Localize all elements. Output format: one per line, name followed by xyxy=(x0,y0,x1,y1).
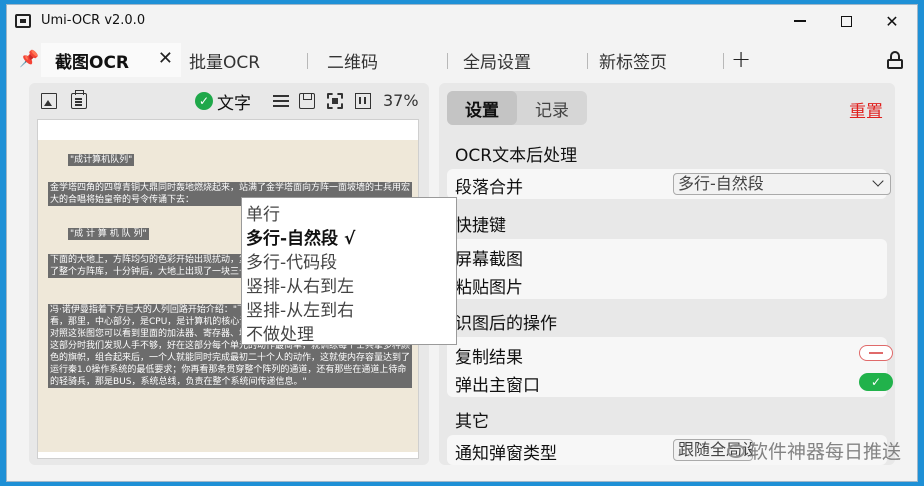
list-icon[interactable] xyxy=(273,93,289,109)
paragraph-merge-select[interactable]: 多行-自然段 xyxy=(673,173,891,195)
save-icon[interactable] xyxy=(299,93,315,109)
fit-screen-icon[interactable] xyxy=(327,93,343,109)
copy-result-label: 复制结果 xyxy=(455,348,523,368)
tab-screenshot-ocr[interactable]: 截图OCR ✕ xyxy=(41,43,181,77)
tab-label: 二维码 xyxy=(327,52,378,73)
dropdown-option-multi-code[interactable]: 多行-代码段 xyxy=(246,248,337,273)
paragraph-merge-label: 段落合并 xyxy=(455,178,523,198)
tab-label: 新标签页 xyxy=(599,52,667,73)
add-tab-button[interactable]: + xyxy=(731,45,751,73)
clipboard-icon[interactable] xyxy=(71,90,87,109)
paragraph-merge-row: 段落合并 多行-自然段 xyxy=(447,169,891,199)
tab-label: 全局设置 xyxy=(463,52,531,73)
app-window: Umi-OCR v2.0.0 ✕ 📌 截图OCR ✕ 批量OCR 二维码 全局设… xyxy=(6,4,918,482)
close-window-button[interactable]: ✕ xyxy=(869,5,915,37)
minimize-button[interactable] xyxy=(777,5,823,37)
copy-result-switch[interactable] xyxy=(859,345,893,361)
close-tab-icon[interactable]: ✕ xyxy=(158,48,173,69)
screenshot-shortcut-label: 屏幕截图 xyxy=(455,250,523,270)
lock-icon[interactable] xyxy=(887,51,903,69)
settings-tab-group: 设置 记录 xyxy=(447,91,587,125)
tab-batch-ocr[interactable]: 批量OCR xyxy=(189,43,260,77)
reset-button[interactable]: 重置 xyxy=(849,97,883,122)
ocr-text-box[interactable]: "成计算机队列" xyxy=(68,154,135,166)
section-ocr-post: OCR文本后处理 xyxy=(455,146,578,166)
text-toggle-label: 文字 xyxy=(217,93,251,114)
settings-panel: 设置 记录 重置 OCR文本后处理 段落合并 多行-自然段 快捷键 屏幕截图 粘… xyxy=(439,83,895,465)
tab-bar: 📌 截图OCR ✕ 批量OCR 二维码 全局设置 新标签页 + xyxy=(7,43,917,77)
zoom-level: 37% xyxy=(383,91,419,110)
section-shortcuts: 快捷键 xyxy=(455,216,506,236)
dropdown-option-vertical-rtl[interactable]: 竖排-从右到左 xyxy=(246,272,354,297)
check-circle-icon: ✓ xyxy=(195,92,213,110)
popup-main-switch[interactable]: ✓ xyxy=(859,373,893,391)
image-icon[interactable] xyxy=(41,93,57,109)
tab-divider xyxy=(447,53,448,69)
shortcuts-card: 屏幕截图 粘贴图片 xyxy=(447,239,887,299)
section-other: 其它 xyxy=(455,412,489,432)
dropdown-option-multi-natural[interactable]: 多行-自然段 √ xyxy=(246,224,355,249)
maximize-icon xyxy=(840,15,852,27)
tab-divider xyxy=(723,53,724,69)
tab-label: 批量OCR xyxy=(189,52,261,73)
after-ocr-card: 复制结果 弹出主窗口 ✓ xyxy=(447,337,893,397)
watermark: 软件神器每日推送 xyxy=(727,437,901,464)
notify-type-label: 通知弹窗类型 xyxy=(455,444,557,464)
chevron-down-icon xyxy=(872,175,884,187)
paste-image-shortcut-label: 粘贴图片 xyxy=(455,278,523,298)
close-icon: ✕ xyxy=(885,11,899,31)
ocr-text-box[interactable]: "成 计 算 机 队 列" xyxy=(68,228,149,240)
tab-divider xyxy=(587,53,588,69)
tab-qrcode[interactable]: 二维码 xyxy=(327,43,378,77)
section-after-ocr: 识图后的操作 xyxy=(455,314,557,334)
tab-new-tab[interactable]: 新标签页 xyxy=(599,43,667,77)
paragraph-merge-dropdown: 单行 多行-自然段 √ 多行-代码段 竖排-从右到左 竖排-从左到右 不做处理 xyxy=(241,197,457,345)
text-overlay-toggle[interactable]: ✓ 文字 xyxy=(195,90,251,114)
actual-size-icon[interactable] xyxy=(355,93,371,109)
tab-global-settings[interactable]: 全局设置 xyxy=(463,43,531,77)
tab-divider xyxy=(307,53,308,69)
wechat-icon xyxy=(727,443,745,458)
app-logo-icon xyxy=(15,14,31,28)
popup-main-label: 弹出主窗口 xyxy=(455,376,540,396)
watermark-text: 软件神器每日推送 xyxy=(749,441,902,463)
window-title: Umi-OCR v2.0.0 xyxy=(41,13,146,28)
tab-history[interactable]: 记录 xyxy=(517,91,587,125)
dropdown-option-vertical-ltr[interactable]: 竖排-从左到右 xyxy=(246,296,354,321)
maximize-button[interactable] xyxy=(823,5,869,37)
minimize-icon xyxy=(794,20,806,22)
dropdown-option-none[interactable]: 不做处理 xyxy=(246,320,314,345)
tab-label: 截图OCR xyxy=(55,52,130,73)
pin-icon[interactable]: 📌 xyxy=(19,49,39,68)
preview-toolbar: ✓ 文字 37% xyxy=(29,83,429,119)
select-value: 多行-自然段 xyxy=(678,174,764,193)
dropdown-option-single-line[interactable]: 单行 xyxy=(246,200,280,225)
tab-settings[interactable]: 设置 xyxy=(447,91,517,125)
title-bar: Umi-OCR v2.0.0 ✕ xyxy=(7,5,917,37)
